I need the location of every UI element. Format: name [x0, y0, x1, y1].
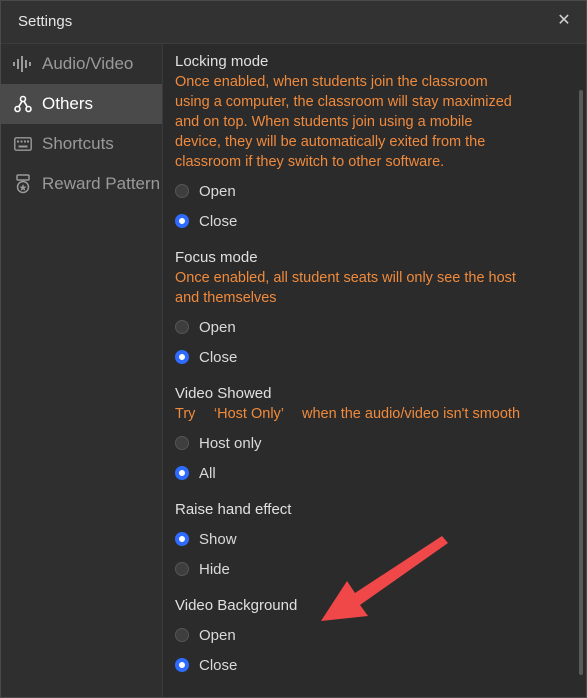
video-showed-title: Video Showed [175, 385, 272, 402]
raise-hand-title: Raise hand effect [175, 501, 292, 518]
radio-button[interactable] [175, 214, 189, 228]
sidebar-item-audio-video[interactable]: Audio/Video [1, 44, 162, 84]
sidebar-item-label: Shortcuts [42, 134, 114, 153]
radio-button[interactable] [175, 562, 189, 576]
focus-mode-title: Focus mode [175, 249, 258, 266]
sidebar-item-others[interactable]: Others [1, 84, 162, 124]
sidebar: Audio/Video Others Shortcuts Reward Patt… [1, 44, 163, 697]
radio-button[interactable] [175, 628, 189, 642]
radio-button[interactable] [175, 184, 189, 198]
raise-hand-hide-radio[interactable]: Hide [175, 559, 230, 579]
scrollbar[interactable] [579, 90, 583, 675]
focus-mode-desc: Once enabled, all student seats will onl… [175, 270, 516, 306]
video-background-close-radio[interactable]: Close [175, 655, 237, 675]
locking-close-radio[interactable]: Close [175, 211, 237, 231]
title-bar: Settings ✕ [1, 1, 586, 44]
raise-hand-show-radio[interactable]: Show [175, 529, 237, 549]
sidebar-item-label: Others [42, 94, 94, 113]
sidebar-item-label: Audio/Video [42, 54, 134, 73]
video-showed-desc: Try ‘Host Only’ when the audio/video isn… [175, 406, 521, 422]
video-background-title: Video Background [175, 597, 298, 614]
settings-window: Settings ✕ Audio/Video Others Shortcuts [0, 0, 587, 698]
video-host-only-radio[interactable]: Host only [175, 433, 262, 453]
radio-button[interactable] [175, 658, 189, 672]
audio-wave-icon [12, 53, 34, 75]
locking-mode-desc: Once enabled, when students join the cla… [175, 74, 512, 170]
annotation-arrow-icon [321, 536, 448, 621]
locking-mode-title: Locking mode [175, 53, 269, 70]
radio-button[interactable] [175, 436, 189, 450]
window-title: Settings [18, 13, 73, 30]
video-background-open-radio[interactable]: Open [175, 625, 236, 645]
focus-close-radio[interactable]: Close [175, 347, 237, 367]
keyboard-icon [12, 133, 34, 155]
radio-button[interactable] [175, 466, 189, 480]
focus-open-radio[interactable]: Open [175, 317, 236, 337]
video-all-radio[interactable]: All [175, 463, 216, 483]
sidebar-item-shortcuts[interactable]: Shortcuts [1, 124, 162, 164]
radio-button[interactable] [175, 350, 189, 364]
sidebar-item-reward-pattern[interactable]: Reward Pattern [1, 164, 162, 204]
radio-button[interactable] [175, 532, 189, 546]
medal-icon [12, 173, 34, 195]
locking-open-radio[interactable]: Open [175, 181, 236, 201]
network-icon [12, 93, 34, 115]
close-icon[interactable]: ✕ [554, 11, 574, 31]
sidebar-item-label: Reward Pattern [42, 174, 161, 193]
radio-button[interactable] [175, 320, 189, 334]
